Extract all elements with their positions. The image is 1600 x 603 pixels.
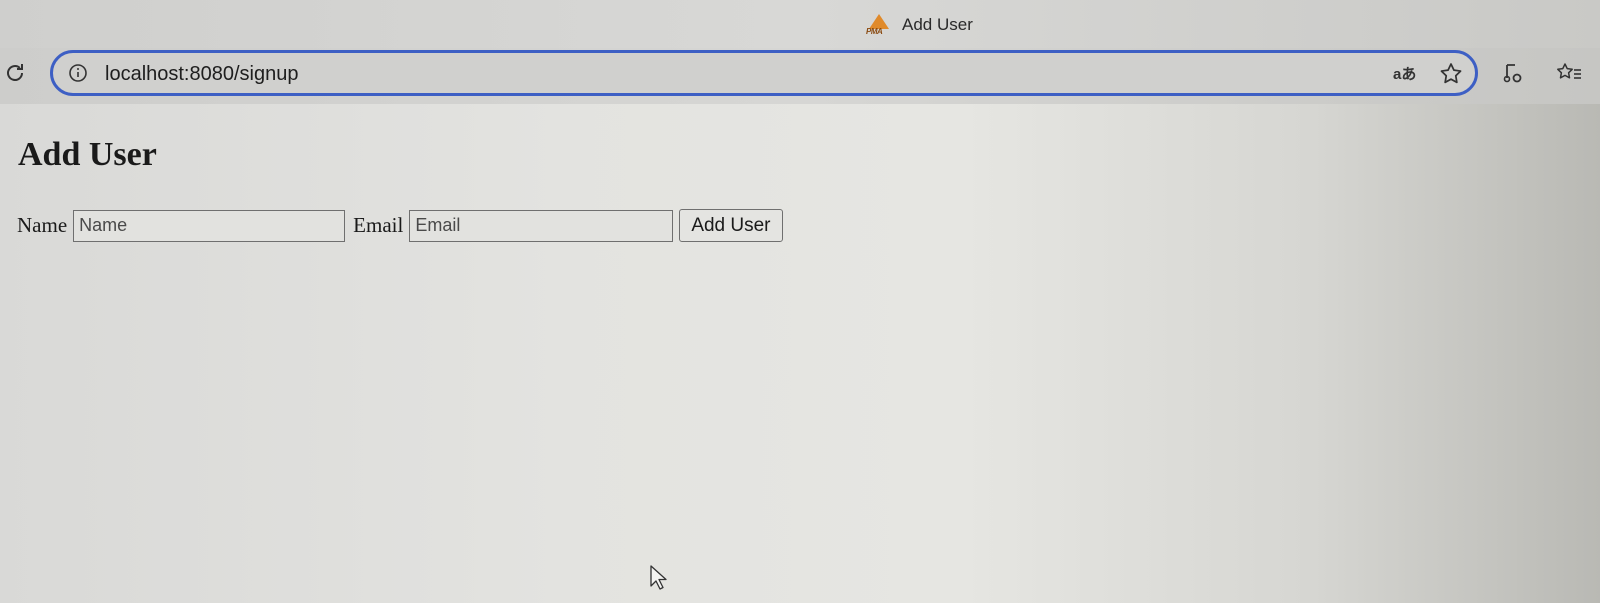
name-input[interactable] bbox=[73, 209, 346, 242]
url-text[interactable]: localhost:8080/signup bbox=[105, 63, 298, 86]
favorites-icon[interactable] bbox=[1556, 62, 1582, 89]
star-icon[interactable] bbox=[1438, 61, 1464, 92]
media-icon[interactable] bbox=[1502, 62, 1524, 89]
translate-icon[interactable]: aあ bbox=[1393, 63, 1416, 84]
tab-title-text: Add User bbox=[902, 15, 973, 34]
window-title-bar: PMA Add User bbox=[0, 0, 1600, 48]
address-bar[interactable]: localhost:8080/signup aあ bbox=[50, 50, 1478, 96]
email-input[interactable] bbox=[409, 209, 674, 242]
pma-favicon-icon: PMA bbox=[866, 14, 892, 36]
add-user-form: Name Email Add User bbox=[17, 209, 783, 242]
active-tab[interactable]: PMA Add User bbox=[866, 14, 973, 36]
info-icon[interactable] bbox=[67, 62, 89, 84]
email-label: Email bbox=[353, 213, 404, 237]
add-user-button[interactable]: Add User bbox=[679, 209, 783, 242]
browser-toolbar: localhost:8080/signup aあ bbox=[0, 48, 1600, 104]
page-title: Add User bbox=[18, 136, 157, 173]
mouse-cursor-icon bbox=[650, 565, 668, 596]
page-content: Add User Name Email Add User bbox=[10, 104, 1600, 603]
reload-icon[interactable] bbox=[2, 60, 28, 86]
name-label: Name bbox=[17, 213, 68, 237]
